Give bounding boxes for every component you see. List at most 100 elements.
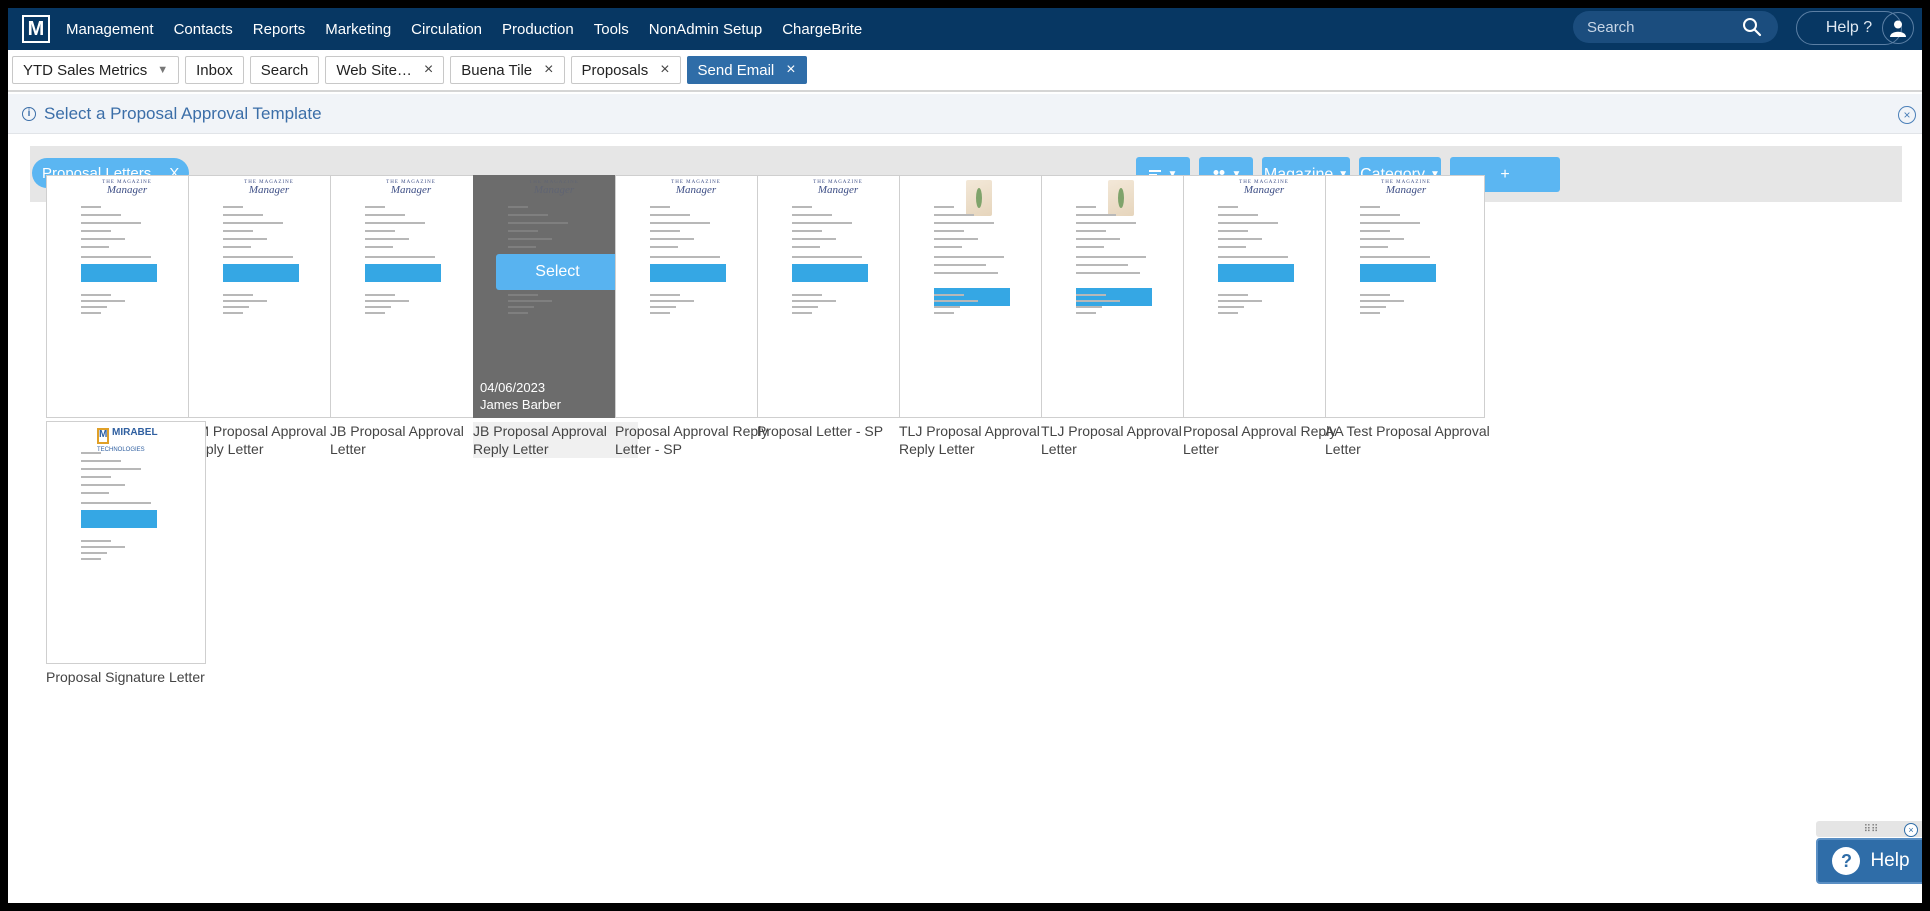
template-thumbnail[interactable]: THE MAGAZINE Manager xyxy=(757,175,917,418)
tab[interactable]: Web Site… × xyxy=(325,56,445,84)
close-tab-icon[interactable]: × xyxy=(544,61,553,79)
doc-text-line xyxy=(1360,206,1380,208)
letter-preview: THE MAGAZINE Manager xyxy=(189,176,347,417)
doc-text-line xyxy=(508,206,528,208)
template-thumbnail[interactable] xyxy=(1041,175,1201,418)
doc-text-line xyxy=(1076,238,1120,240)
template-card[interactable]: THE MAGAZINE Manager SM Proposal Approval … xyxy=(188,175,348,458)
letter-preview: THE MAGAZINE Manager xyxy=(758,176,916,417)
doc-text-line xyxy=(1076,230,1106,232)
search-icon[interactable] xyxy=(1742,17,1762,37)
doc-text-line xyxy=(508,238,552,240)
template-name[interactable]: JB Proposal Approval Reply Letter xyxy=(473,422,638,458)
template-thumbnail[interactable]: THE MAGAZINE Manager xyxy=(615,175,775,418)
close-tab-icon[interactable]: × xyxy=(424,61,433,79)
doc-approval-button xyxy=(1360,264,1436,282)
tab[interactable]: YTD Sales Metrics ▼ xyxy=(12,56,180,84)
doc-text-line xyxy=(1218,294,1248,296)
doc-text-line xyxy=(792,238,836,240)
doc-text-line xyxy=(508,222,568,224)
app-logo[interactable]: M xyxy=(22,15,50,43)
doc-text-line xyxy=(81,294,111,296)
doc-text-line xyxy=(223,312,243,314)
template-card[interactable]: THE MAGAZINEManagerProposal Approval Let… xyxy=(46,175,206,440)
global-search[interactable] xyxy=(1573,11,1778,43)
tab[interactable]: Search xyxy=(249,56,320,84)
template-name[interactable]: TLJ Proposal Approval Reply Letter xyxy=(899,422,1064,458)
doc-text-line xyxy=(223,206,243,208)
doc-text-line xyxy=(650,230,680,232)
close-tab-icon[interactable]: × xyxy=(660,61,669,79)
template-card[interactable]: THE MAGAZINE Manager Proposal Letter - SP xyxy=(757,175,917,440)
nav-item[interactable]: Production xyxy=(502,21,574,38)
doc-text-line xyxy=(365,294,395,296)
nav-item[interactable]: NonAdmin Setup xyxy=(649,21,762,38)
template-thumbnail[interactable]: THE MAGAZINE Manager xyxy=(46,175,206,418)
tab[interactable]: Buena Tile × xyxy=(450,56,565,84)
doc-text-line xyxy=(365,238,409,240)
help-widget-close-icon[interactable]: × xyxy=(1904,823,1918,837)
template-name[interactable]: Proposal Letter - SP xyxy=(757,422,922,440)
nav-menu: Management Contacts Reports Marketing Circul… xyxy=(66,21,882,38)
template-thumbnail[interactable]: THE MAGAZINE Manager xyxy=(330,175,490,418)
logo-big-text: Manager xyxy=(1385,184,1427,196)
template-thumbnail[interactable]: M MIRABEL TECHNOLOGIES xyxy=(46,421,206,664)
template-card[interactable]: THE MAGAZINE Manager AA Test Proposal Appr… xyxy=(1325,175,1490,458)
tab-label: Buena Tile xyxy=(461,61,533,79)
user-avatar[interactable] xyxy=(1882,12,1914,44)
tab[interactable]: Inbox xyxy=(185,56,244,84)
doc-approval-button xyxy=(650,264,726,282)
doc-text-line xyxy=(1360,238,1404,240)
select-button[interactable]: Select xyxy=(496,254,619,290)
search-input[interactable] xyxy=(1587,18,1737,36)
template-name[interactable]: JB Proposal Approval Letter xyxy=(330,422,495,458)
template-card[interactable]: THE MAGAZINE Manager Proposal Approval Rep… xyxy=(615,175,775,458)
template-name[interactable]: SM Proposal Approval Reply Letter xyxy=(188,422,353,458)
doc-text-line xyxy=(1076,256,1146,258)
template-card[interactable]: THE MAGAZINE Manager Select 04/06/2023 James… xyxy=(473,175,638,458)
chevron-down-icon[interactable]: ▼ xyxy=(157,64,168,76)
letter-preview: THE MAGAZINE Manager xyxy=(331,176,489,417)
tab-label: Search xyxy=(260,61,309,79)
template-name[interactable]: Proposal Approval Reply Letter xyxy=(1183,422,1348,458)
nav-item[interactable]: ChargeBrite xyxy=(782,21,862,38)
template-thumbnail[interactable]: THE MAGAZINE Manager xyxy=(1325,175,1485,418)
template-name[interactable]: TLJ Proposal Approval Letter xyxy=(1041,422,1206,458)
template-card[interactable]: TLJ Proposal Approval Letter xyxy=(1041,175,1201,458)
nav-item[interactable]: Contacts xyxy=(174,21,233,38)
doc-text-line xyxy=(1076,222,1136,224)
doc-text-line xyxy=(81,552,107,554)
doc-text-line xyxy=(1076,312,1096,314)
template-thumbnail[interactable]: THE MAGAZINE Manager xyxy=(1183,175,1343,418)
nav-item[interactable]: Circulation xyxy=(411,21,482,38)
nav-item[interactable]: Tools xyxy=(594,21,629,38)
doc-text-line xyxy=(1076,206,1096,208)
doc-text-line xyxy=(650,238,694,240)
template-name[interactable]: AA Test Proposal Approval Letter xyxy=(1325,422,1490,458)
template-name[interactable]: Proposal Signature Letter xyxy=(46,668,211,686)
letter-preview: THE MAGAZINE Manager xyxy=(1326,176,1484,417)
mirabel-logo: M MIRABEL TECHNOLOGIES xyxy=(97,428,158,455)
template-name[interactable]: Proposal Approval Reply Letter - SP xyxy=(615,422,780,458)
doc-text-line xyxy=(81,484,125,486)
close-tab-icon[interactable]: × xyxy=(786,61,795,79)
template-card[interactable]: M MIRABEL TECHNOLOGIES Proposal Signature L… xyxy=(46,421,206,686)
close-icon[interactable]: × xyxy=(1898,106,1916,124)
template-thumbnail[interactable]: THE MAGAZINE Manager Select 04/06/2023 James… xyxy=(473,175,633,418)
magazine-manager-logo: THE MAGAZINE Manager xyxy=(189,180,347,196)
template-card[interactable]: THE MAGAZINE Manager JB Proposal Approval … xyxy=(330,175,490,458)
tab[interactable]: Send Email × xyxy=(686,56,807,84)
nav-item[interactable]: Marketing xyxy=(325,21,391,38)
template-card[interactable]: THE MAGAZINE Manager Proposal Approval Rep… xyxy=(1183,175,1343,458)
doc-approval-button xyxy=(1218,264,1294,282)
help-widget-button[interactable]: ? Help xyxy=(1816,838,1922,884)
app-frame: M Management Contacts Reports Marketing Circ… xyxy=(8,8,1922,903)
leaf-logo-icon xyxy=(1108,180,1134,216)
template-thumbnail[interactable] xyxy=(899,175,1059,418)
tab[interactable]: Proposals × xyxy=(570,56,681,84)
template-card[interactable]: TLJ Proposal Approval Reply Letter xyxy=(899,175,1059,458)
nav-item[interactable]: Management xyxy=(66,21,154,38)
template-thumbnail[interactable]: THE MAGAZINE Manager xyxy=(188,175,348,418)
nav-item[interactable]: Reports xyxy=(253,21,306,38)
doc-text-line xyxy=(650,256,720,258)
